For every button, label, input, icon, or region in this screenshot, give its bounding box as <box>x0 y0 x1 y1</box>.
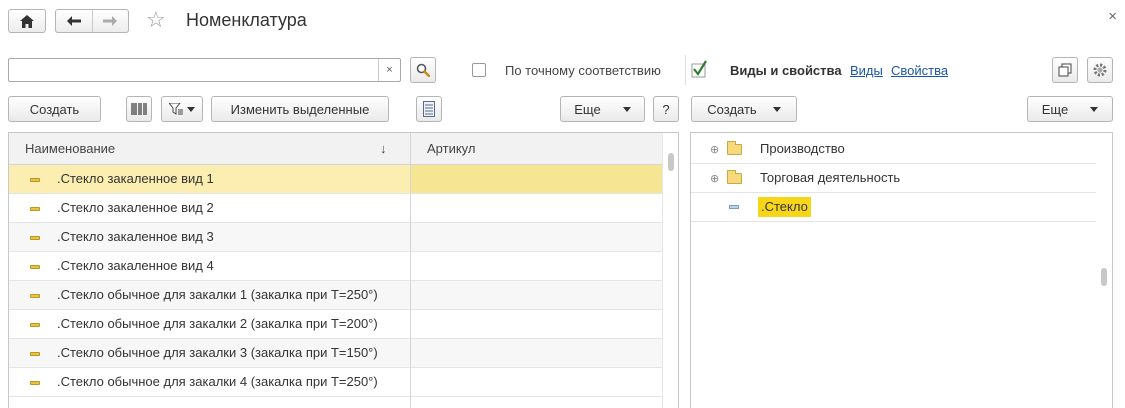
page-title: Номенклатура <box>186 10 307 30</box>
create-label-right: Создать <box>707 101 757 117</box>
expand-icon[interactable]: ⊕ <box>710 172 719 185</box>
cell-name: .Стекло закаленное вид 2 <box>57 200 214 215</box>
table-row[interactable]: .Стекло закаленное вид 1 <box>9 165 663 194</box>
cell-name: .Стекло обычное для закалки 4 (закалка п… <box>57 374 378 389</box>
vertical-scrollbar[interactable] <box>1096 133 1112 408</box>
vertical-scrollbar[interactable] <box>662 133 678 408</box>
help-button[interactable]: ? <box>653 96 679 122</box>
cell-name: .Стекло обычное для закалки 1 (закалка п… <box>57 287 378 302</box>
close-icon[interactable]: × <box>1108 8 1117 25</box>
sort-desc-icon[interactable]: ↓ <box>380 133 387 165</box>
item-icon <box>30 265 40 269</box>
scrollbar-thumb[interactable] <box>1101 268 1107 286</box>
table-row[interactable]: .Стекло закаленное вид 4 <box>9 252 663 281</box>
arrow-left-icon <box>66 16 81 26</box>
folder-icon <box>727 170 742 184</box>
expand-icon[interactable]: ⊕ <box>710 143 719 156</box>
item-icon <box>30 352 40 356</box>
search-clear-button[interactable]: × <box>378 59 400 81</box>
exact-match-label: По точному соответствию <box>505 63 661 78</box>
create-button-right[interactable]: Создать <box>691 96 797 122</box>
chevron-down-icon <box>1090 106 1099 112</box>
chevron-down-icon <box>187 106 195 112</box>
more-label-right: Еще <box>1041 101 1069 117</box>
kinds-checkbox[interactable] <box>691 60 707 78</box>
chevron-down-icon <box>772 106 781 112</box>
edit-selected-button[interactable]: Изменить выделенные <box>211 96 389 122</box>
kinds-and-properties-label: Виды и свойства <box>730 63 842 78</box>
divider <box>685 55 686 85</box>
item-icon <box>30 294 40 298</box>
tree-item-label: .Стекло <box>758 197 811 217</box>
filter-icon <box>169 103 183 115</box>
cell-name: .Стекло закаленное вид 3 <box>57 229 214 244</box>
checkmark-icon <box>691 60 707 78</box>
barcode-icon <box>131 103 147 115</box>
item-icon <box>729 205 739 209</box>
list-print-button[interactable] <box>416 96 442 122</box>
column-header-article[interactable]: Артикул <box>427 133 475 165</box>
search-button[interactable] <box>410 57 436 83</box>
copy-windows-button[interactable] <box>1052 57 1078 83</box>
barcode-button[interactable] <box>126 96 152 122</box>
cell-article <box>411 339 663 367</box>
windows-icon <box>1058 63 1072 77</box>
arrow-right-icon <box>103 16 118 26</box>
item-icon <box>30 207 40 211</box>
cell-article <box>411 252 663 280</box>
create-button[interactable]: Создать <box>8 96 101 122</box>
search-input[interactable]: × <box>8 58 401 82</box>
column-divider <box>410 133 411 408</box>
back-button[interactable] <box>56 10 93 32</box>
cell-article <box>411 281 663 309</box>
more-button-left[interactable]: Еще <box>560 96 645 122</box>
document-list-icon <box>423 101 435 117</box>
table-row[interactable]: .Стекло закаленное вид 3 <box>9 223 663 252</box>
favorite-star-icon[interactable]: ☆ <box>146 8 166 32</box>
item-icon <box>30 178 40 182</box>
forward-button[interactable] <box>93 10 129 32</box>
cell-article <box>411 310 663 338</box>
gear-icon <box>1093 63 1107 77</box>
table-row[interactable]: .Стекло обычное для закалки 4 (закалка п… <box>9 368 663 397</box>
tree-item[interactable]: ⊕ Торговая деятельность <box>691 164 1096 193</box>
cell-article <box>411 223 663 251</box>
nav-history-group <box>55 9 129 33</box>
filter-dropdown-button[interactable] <box>161 96 203 122</box>
tree-item-label: Торговая деятельность <box>760 170 901 185</box>
chevron-down-icon <box>622 106 631 112</box>
settings-button[interactable] <box>1087 57 1113 83</box>
table-row[interactable]: .Стекло обычное для закалки 1 (закалка п… <box>9 281 663 310</box>
column-header-name[interactable]: Наименование <box>25 133 115 165</box>
home-icon <box>20 14 34 28</box>
magnifier-icon <box>416 63 430 77</box>
cell-article <box>411 368 663 396</box>
more-button-right[interactable]: Еще <box>1027 96 1113 122</box>
more-label-left: Еще <box>574 101 601 117</box>
home-button[interactable] <box>8 9 46 33</box>
tree-item[interactable]: ⊕ Производство <box>691 135 1096 164</box>
table-row[interactable]: .Стекло обычное для закалки 2 (закалка п… <box>9 310 663 339</box>
item-icon <box>30 323 40 327</box>
cell-article <box>411 194 663 222</box>
item-icon <box>30 381 40 385</box>
properties-link[interactable]: Свойства <box>891 63 948 78</box>
exact-match-checkbox[interactable] <box>472 63 486 77</box>
tree-item-selected[interactable]: .Стекло <box>691 193 1096 222</box>
item-icon <box>30 236 40 240</box>
nomenclature-table: Наименование ↓ Артикул .Стекло закаленно… <box>8 132 679 408</box>
cell-name: .Стекло обычное для закалки 2 (закалка п… <box>57 316 378 331</box>
scrollbar-thumb[interactable] <box>668 153 674 171</box>
table-header: Наименование ↓ Артикул <box>9 133 663 165</box>
cell-article <box>411 165 663 193</box>
cell-name: .Стекло закаленное вид 4 <box>57 258 214 273</box>
table-row[interactable]: .Стекло закаленное вид 2 <box>9 194 663 223</box>
tree-item-label: Производство <box>760 141 845 156</box>
kinds-tree: ⊕ Производство ⊕ Торговая деятельность .… <box>690 132 1113 408</box>
table-row[interactable]: .Стекло обычное для закалки 3 (закалка п… <box>9 339 663 368</box>
kinds-link[interactable]: Виды <box>850 63 883 78</box>
cell-name: .Стекло обычное для закалки 3 (закалка п… <box>57 345 378 360</box>
folder-icon <box>727 141 742 155</box>
cell-name: .Стекло закаленное вид 1 <box>57 165 214 193</box>
